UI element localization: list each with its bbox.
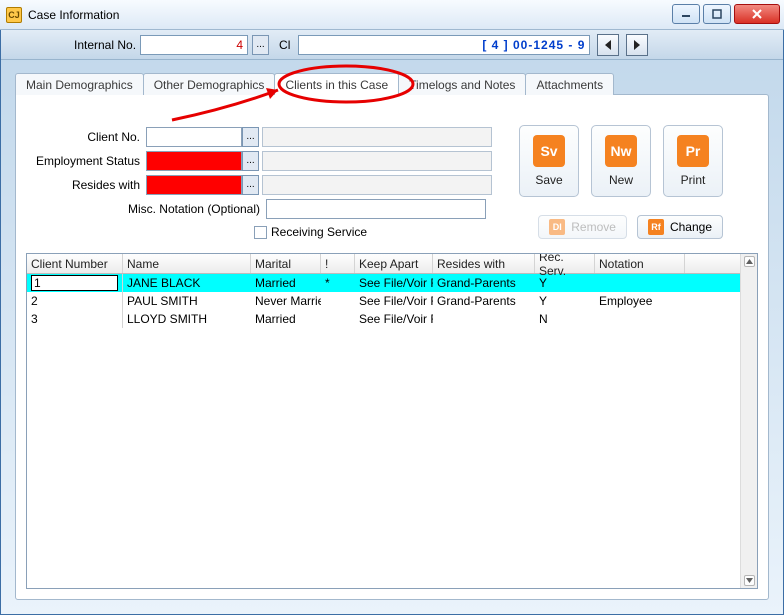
table-cell [595,274,685,292]
table-cell [321,292,355,310]
save-icon: Sv [533,135,565,167]
employment-status-input[interactable] [146,151,242,171]
cl-label: Cl [279,38,290,52]
internal-no-picker[interactable]: ... [252,35,269,55]
print-icon: Pr [677,135,709,167]
change-button[interactable]: Rf Change [637,215,723,239]
table-cell: See File/Voir F [355,274,433,292]
receiving-service-label: Receiving Service [271,225,367,239]
new-button[interactable]: Nw New [591,125,651,197]
table-cell: See File/Voir F [355,310,433,328]
table-cell: 3 [27,310,123,328]
table-row[interactable]: 1 JANE BLACKMarried*See File/Voir FGrand-… [27,274,757,292]
client-no-picker[interactable]: ... [242,127,259,147]
internal-no-input[interactable]: 4 [140,35,248,55]
internal-no-label: Internal No. [74,38,136,52]
table-cell: PAUL SMITH [123,292,251,310]
table-cell [321,310,355,328]
tab-bar: Main DemographicsOther DemographicsClien… [15,73,613,95]
close-button[interactable] [734,4,780,24]
client-no-label: Client No. [16,130,146,144]
scroll-up-icon[interactable] [744,256,755,267]
remove-icon: Dl [549,219,565,235]
client-no-display [262,127,492,147]
table-cell: Grand-Parents [433,274,535,292]
column-header[interactable]: ! [321,254,355,273]
table-cell: Y [535,274,595,292]
tab-panel: Client No. ... Employment Status ... Res… [15,94,769,600]
table-cell: 2 [27,292,123,310]
next-record-button[interactable] [626,34,648,56]
resides-with-input[interactable] [146,175,242,195]
app-icon: CJ [6,7,22,23]
table-cell: 1 [27,274,123,292]
column-header[interactable]: Name [123,254,251,273]
employment-status-label: Employment Status [16,154,146,168]
employment-status-picker[interactable]: ... [242,151,259,171]
table-cell: Y [535,292,595,310]
table-cell: Married [251,274,321,292]
misc-notation-label: Misc. Notation (Optional) [116,202,266,216]
resides-with-display [262,175,492,195]
client-number-input[interactable]: 1 [31,275,118,291]
table-cell: LLOYD SMITH [123,310,251,328]
new-icon: Nw [605,135,637,167]
column-header[interactable]: Notation [595,254,685,273]
tab-clients-in-this-case[interactable]: Clients in this Case [274,73,399,95]
resides-with-picker[interactable]: ... [242,175,259,195]
scroll-down-icon[interactable] [744,575,755,586]
table-row[interactable]: 3LLOYD SMITHMarried See File/Voir F N [27,310,757,328]
title-bar: CJ Case Information [0,0,784,30]
table-cell: See File/Voir F [355,292,433,310]
table-scrollbar[interactable] [740,254,757,588]
minimize-button[interactable] [672,4,700,24]
clients-table: Client NumberNameMarital!Keep ApartResid… [26,253,758,589]
client-no-input[interactable] [146,127,242,147]
employment-status-display [262,151,492,171]
maximize-button[interactable] [703,4,731,24]
column-header[interactable]: Client Number [27,254,123,273]
column-header[interactable]: Marital [251,254,321,273]
change-icon: Rf [648,219,664,235]
header-strip: Internal No. 4 ... Cl [ 4 ] 00-1245 - 9 [0,30,784,60]
case-id-display[interactable]: [ 4 ] 00-1245 - 9 [298,35,590,55]
table-row[interactable]: 2PAUL SMITHNever Married See File/Voir FG… [27,292,757,310]
column-header[interactable]: Resides with [433,254,535,273]
tab-attachments[interactable]: Attachments [525,73,614,95]
tab-timelogs-and-notes[interactable]: Timelogs and Notes [398,73,526,95]
table-cell: N [535,310,595,328]
misc-notation-input[interactable] [266,199,486,219]
table-cell [595,310,685,328]
print-button[interactable]: Pr Print [663,125,723,197]
table-cell: Grand-Parents [433,292,535,310]
resides-with-label: Resides with [16,178,146,192]
tab-main-demographics[interactable]: Main Demographics [15,73,144,95]
receiving-service-checkbox[interactable] [254,226,267,239]
table-cell [433,310,535,328]
column-header[interactable]: Keep Apart [355,254,433,273]
table-cell: JANE BLACK [123,274,251,292]
save-button[interactable]: Sv Save [519,125,579,197]
window-title: Case Information [28,8,119,22]
table-cell: Employee [595,292,685,310]
table-cell: Never Married [251,292,321,310]
prev-record-button[interactable] [597,34,619,56]
column-header[interactable]: Rec. Serv. [535,254,595,273]
table-cell: Married [251,310,321,328]
table-cell: * [321,274,355,292]
remove-button[interactable]: Dl Remove [538,215,627,239]
tab-other-demographics[interactable]: Other Demographics [143,73,276,95]
